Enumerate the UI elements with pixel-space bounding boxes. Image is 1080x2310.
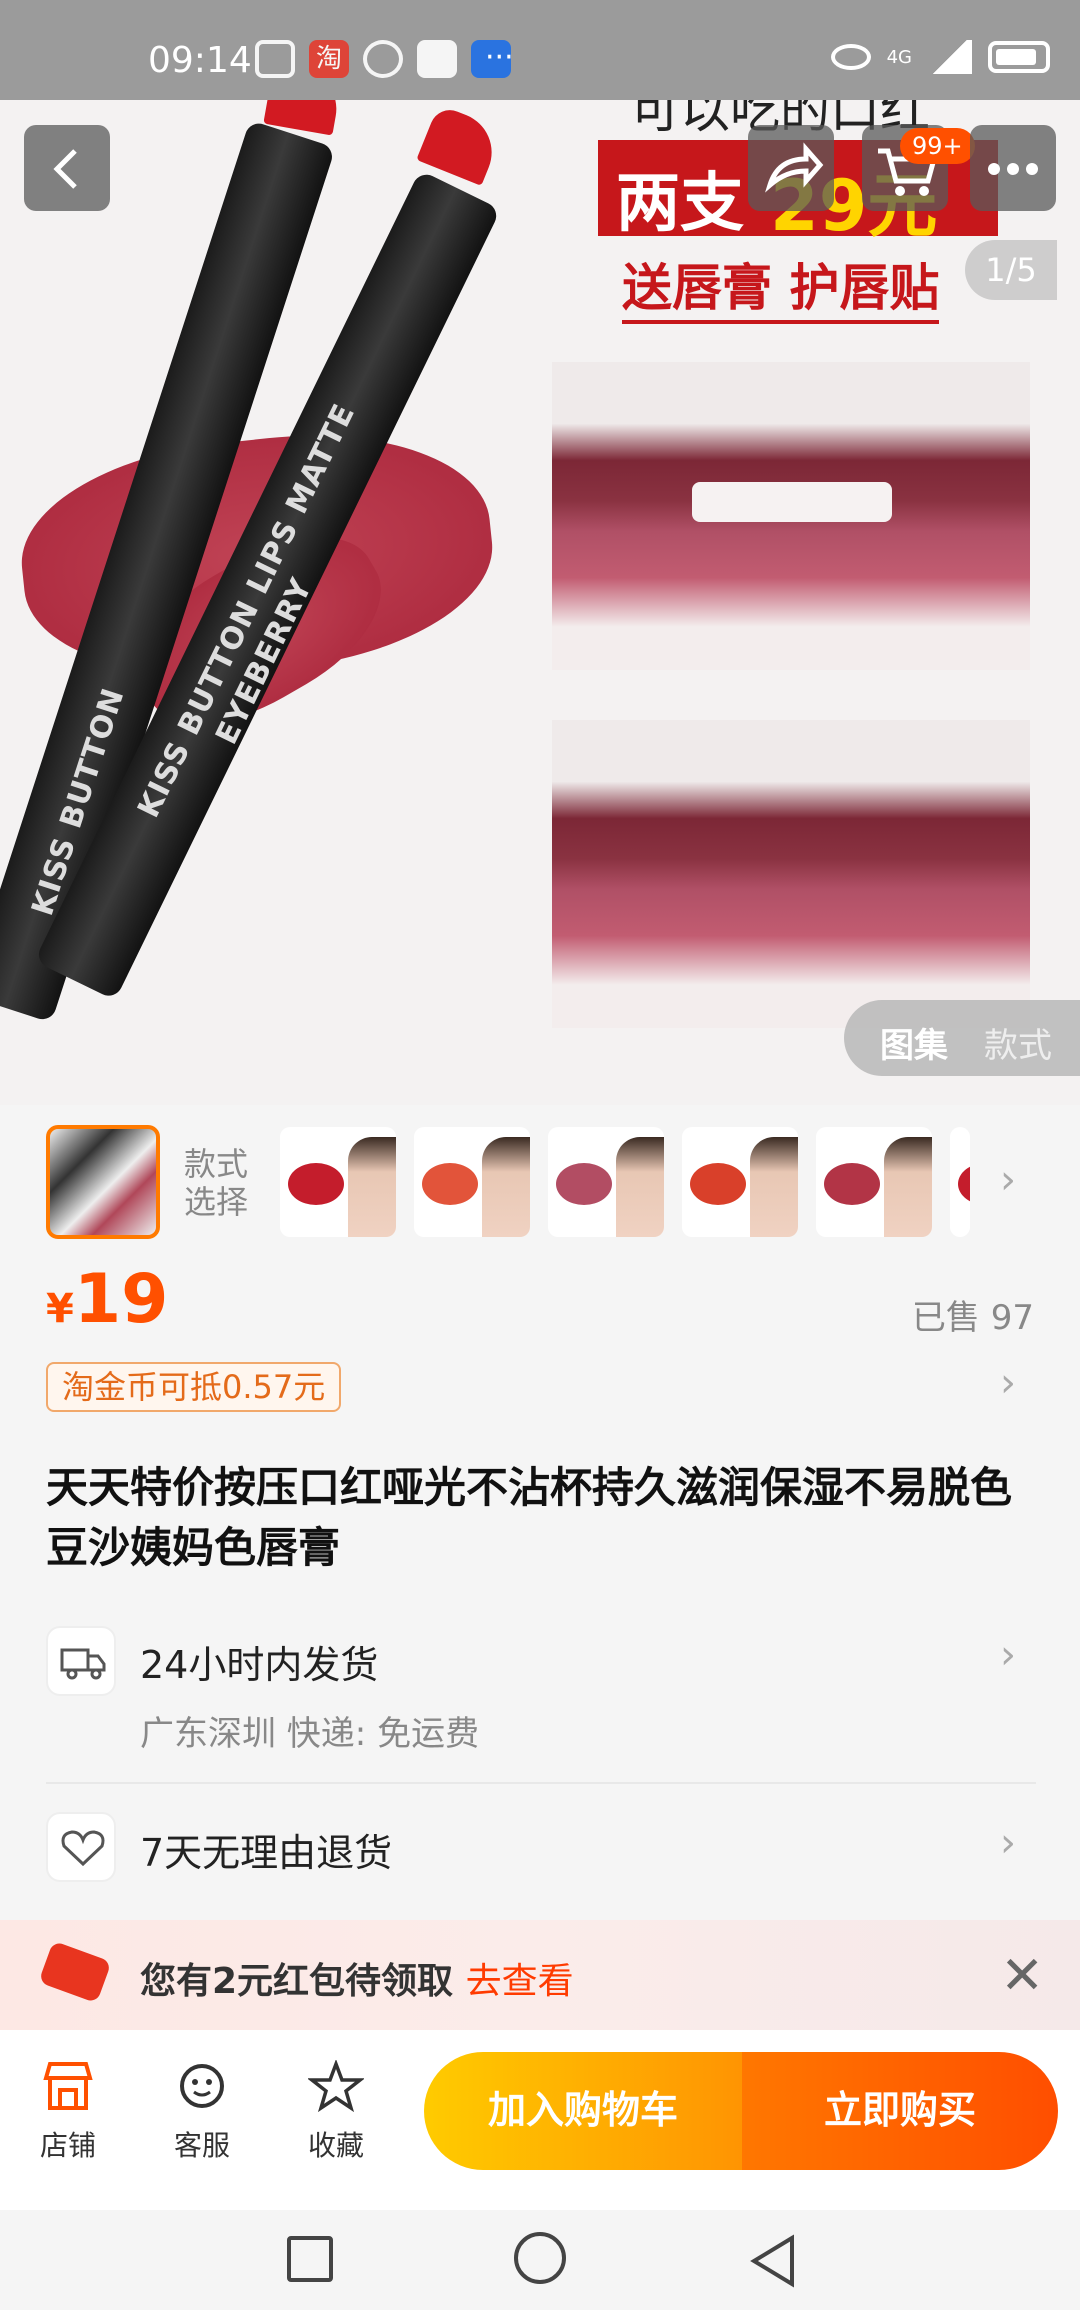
red-packet-icon <box>38 1940 112 2004</box>
add-to-cart-button[interactable]: 加入购物车 <box>424 2052 742 2170</box>
returns-text: 7天无理由退货 <box>140 1831 393 1875</box>
variant-thumb[interactable] <box>280 1127 396 1237</box>
share-button[interactable] <box>748 125 834 211</box>
return-icon <box>46 1812 116 1882</box>
star-icon <box>306 2059 366 2113</box>
tab-gallery[interactable]: 图集 <box>880 1018 948 1067</box>
coupon-link[interactable]: 去查看 <box>466 1961 574 2002</box>
chevron-right-icon[interactable]: › <box>1000 1360 1016 1406</box>
system-back-button[interactable] <box>748 2234 798 2288</box>
divider <box>46 1782 1036 1784</box>
more-icon <box>988 163 1000 175</box>
status-bar: 09:14 淘 ··· 4G <box>0 0 1080 100</box>
app-icon <box>417 40 457 78</box>
signal-icon <box>928 40 972 74</box>
variant-thumb[interactable] <box>414 1127 530 1237</box>
eye-icon <box>830 44 871 70</box>
battery-icon <box>988 41 1050 73</box>
service-icon <box>180 2064 224 2108</box>
wechat-icon <box>363 40 403 78</box>
promo-subtitle: 送唇膏 护唇贴 <box>622 248 940 324</box>
shop-button[interactable]: 店铺 <box>18 2060 118 2164</box>
status-time: 09:14 <box>148 40 252 81</box>
shipping-text: 24小时内发货 <box>140 1643 379 1687</box>
price: ¥19 <box>46 1260 169 1339</box>
customer-service-button[interactable]: 客服 <box>152 2060 252 2164</box>
share-icon <box>765 142 824 193</box>
variant-thumb[interactable] <box>950 1127 970 1237</box>
system-nav-bar <box>0 2210 1080 2310</box>
gift-icon <box>255 40 295 78</box>
buy-now-button[interactable]: 立即购买 <box>742 2052 1058 2170</box>
variant-label: 款式 选择 <box>184 1145 249 1221</box>
lips-photo <box>552 362 1030 670</box>
network-label: 4G <box>886 46 912 68</box>
truck-icon <box>46 1626 116 1696</box>
variant-thumb[interactable] <box>548 1127 664 1237</box>
status-more-icon: ··· <box>485 40 514 75</box>
recent-apps-button[interactable] <box>287 2236 333 2282</box>
variant-thumb[interactable] <box>816 1127 932 1237</box>
home-button[interactable] <box>514 2232 566 2284</box>
sold-count: 已售 97 <box>911 1298 1034 1338</box>
chevron-right-icon[interactable]: › <box>1000 1632 1016 1678</box>
variant-thumb-selected[interactable] <box>46 1125 160 1239</box>
shop-icon <box>43 2062 93 2110</box>
back-button[interactable] <box>24 125 110 211</box>
shipping-row[interactable]: 24小时内发货 广东深圳 快递: 免运费 › <box>0 1622 1080 1772</box>
back-arrow-icon <box>53 149 77 189</box>
cart-count-badge: 99+ <box>900 128 975 164</box>
more-button[interactable] <box>970 125 1056 211</box>
lipstick-tip <box>416 104 504 186</box>
bottom-action-bar: 店铺 客服 收藏 加入购物车 立即购买 <box>0 2030 1080 2210</box>
taobao-icon: 淘 <box>309 40 349 78</box>
chevron-right-icon[interactable]: › <box>1000 1157 1016 1203</box>
image-counter: 1/5 <box>965 240 1057 300</box>
returns-row[interactable]: 7天无理由退货 › <box>0 1812 1080 1902</box>
coin-discount-badge[interactable]: 淘金币可抵0.57元 <box>46 1362 342 1412</box>
variant-thumb[interactable] <box>682 1127 798 1237</box>
chevron-right-icon[interactable]: › <box>1000 1820 1016 1866</box>
tab-styles[interactable]: 款式 <box>984 1018 1052 1067</box>
coupon-text: 您有2元红包待领取 去查看 <box>140 1961 574 2002</box>
coupon-banner[interactable]: 您有2元红包待领取 去查看 ✕ <box>0 1920 1080 2030</box>
product-title: 天天特价按压口红哑光不沾杯持久滋润保湿不易脱色豆沙姨妈色唇膏 <box>46 1463 1013 1572</box>
shipping-details: 广东深圳 快递: 免运费 <box>140 1714 480 1754</box>
close-icon[interactable]: ✕ <box>1000 1946 1044 2006</box>
lips-photo <box>552 720 1030 1028</box>
promo-text: 两支 <box>616 167 744 241</box>
favorite-button[interactable]: 收藏 <box>286 2059 386 2164</box>
variant-selector[interactable]: 款式 选择 › <box>0 1105 1080 1265</box>
gallery-tabs[interactable]: 图集 款式 <box>844 1000 1080 1076</box>
